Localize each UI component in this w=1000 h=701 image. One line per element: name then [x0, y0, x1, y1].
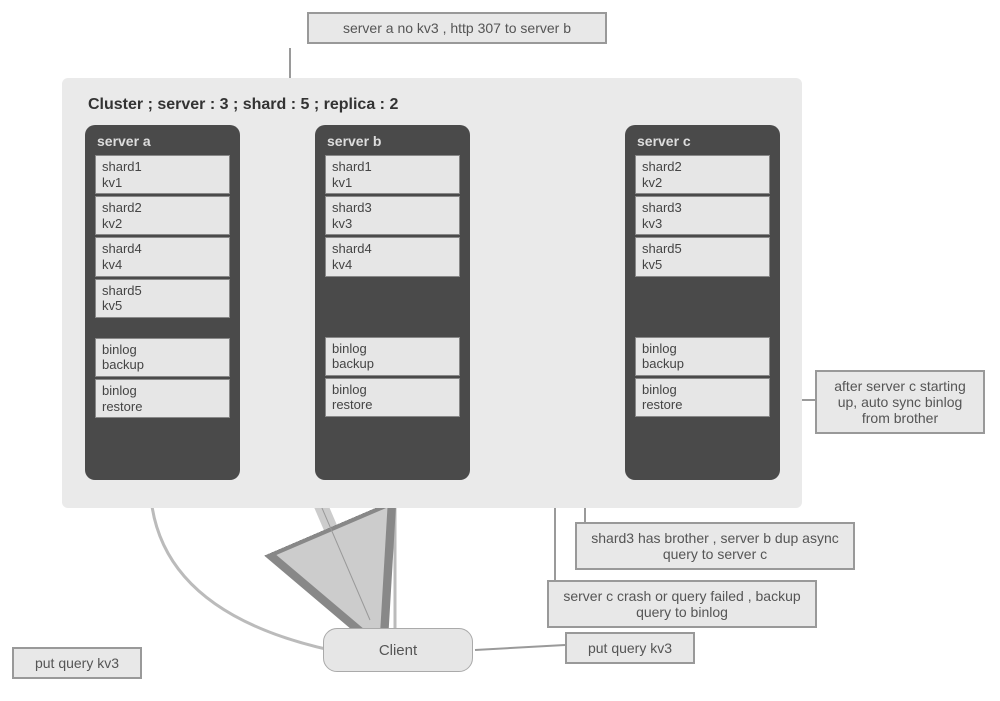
cluster-title: Cluster ; server : 3 ; shard : 5 ; repli…	[88, 96, 398, 114]
server-c: server c shard2kv2 shard3kv3 shard5kv5 b…	[625, 125, 780, 480]
server-c-binlog-backup: binlogbackup	[635, 337, 770, 376]
note-right-bot2: put query kv3	[565, 632, 695, 664]
server-a-shard5: shard5kv5	[95, 279, 230, 318]
client-box: Client	[323, 628, 473, 672]
server-b-shard1: shard1kv1	[325, 155, 460, 194]
server-b-binlog-backup: binlogbackup	[325, 337, 460, 376]
server-c-label: server c	[635, 133, 770, 149]
server-c-binlog-restore: binlogrestore	[635, 378, 770, 417]
server-a-binlog-restore: binlogrestore	[95, 379, 230, 418]
server-b-shard4: shard4kv4	[325, 237, 460, 276]
server-a-shard1: shard1kv1	[95, 155, 230, 194]
note-left-bot: put query kv3	[12, 647, 142, 679]
server-a-shard2: shard2kv2	[95, 196, 230, 235]
note-right-mid: shard3 has brother , server b dup async …	[575, 522, 855, 570]
note-top: server a no kv3 , http 307 to server b	[307, 12, 607, 44]
server-b-shard3: shard3kv3	[325, 196, 460, 235]
server-a: server a shard1kv1 shard2kv2 shard4kv4 s…	[85, 125, 240, 480]
server-b-binlog-restore: binlogrestore	[325, 378, 460, 417]
server-b-label: server b	[325, 133, 460, 149]
server-c-shard3: shard3kv3	[635, 196, 770, 235]
note-right-top: after server c starting up, auto sync bi…	[815, 370, 985, 434]
server-c-shard5: shard5kv5	[635, 237, 770, 276]
note-right-bot: server c crash or query failed , backup …	[547, 580, 817, 628]
server-c-shard2: shard2kv2	[635, 155, 770, 194]
server-a-shard4: shard4kv4	[95, 237, 230, 276]
server-a-label: server a	[95, 133, 230, 149]
server-b: server b shard1kv1 shard3kv3 shard4kv4 b…	[315, 125, 470, 480]
server-a-binlog-backup: binlogbackup	[95, 338, 230, 377]
